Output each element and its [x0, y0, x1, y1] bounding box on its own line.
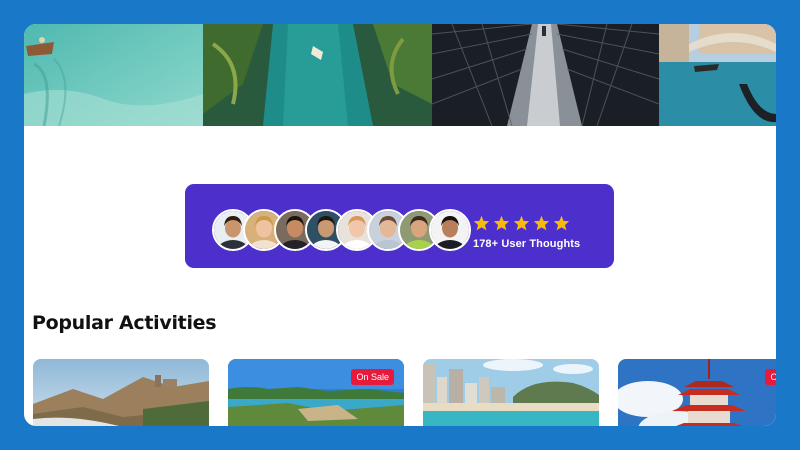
rating-count-label: 178+ User Thoughts [473, 238, 581, 250]
activity-card-japanese-pagoda[interactable]: On Sale [618, 359, 776, 426]
activity-card-beach-city[interactable] [423, 359, 599, 426]
hero-gallery [24, 24, 776, 126]
star-icon [533, 215, 550, 231]
on-sale-badge: On Sale [351, 369, 394, 385]
star-icon [473, 215, 490, 231]
avatar-bearded-man [429, 209, 471, 251]
hero-image-bridge[interactable] [432, 24, 659, 126]
hero-image-canal[interactable] [659, 24, 776, 126]
star-rating [473, 215, 570, 231]
on-sale-badge: On Sale [765, 369, 776, 385]
section-title: Popular Activities [32, 312, 217, 334]
hero-image-lagoon[interactable] [24, 24, 203, 126]
star-icon [553, 215, 570, 231]
user-rating-card[interactable]: 178+ User Thoughts [185, 184, 614, 268]
star-icon [513, 215, 530, 231]
star-icon [493, 215, 510, 231]
activity-card-mountain-castle[interactable] [33, 359, 209, 426]
page-frame: 178+ User Thoughts Popular Activities On… [24, 24, 776, 426]
hero-image-river[interactable] [203, 24, 432, 126]
activity-card-coastal-cliffs[interactable]: On Sale [228, 359, 404, 426]
